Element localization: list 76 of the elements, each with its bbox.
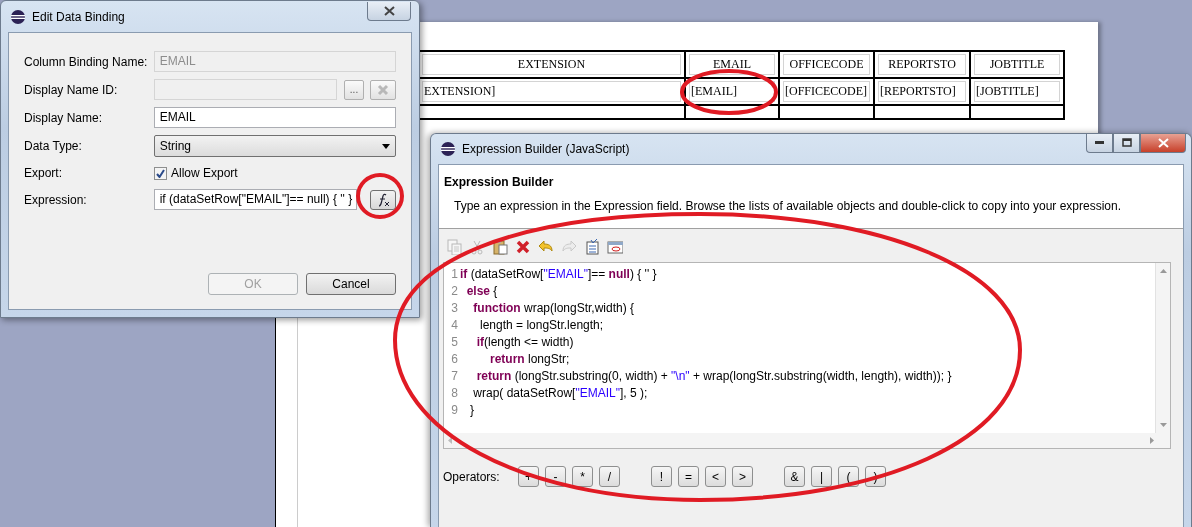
operator-button[interactable]: *	[572, 466, 593, 487]
checklist-icon[interactable]	[584, 239, 600, 255]
operator-button[interactable]: &	[784, 466, 805, 487]
close-icon	[1157, 137, 1169, 148]
code-line: function wrap(longStr,width) {	[472, 300, 635, 317]
code-line: wrap( dataSetRow["EMAIL"], 5 );	[472, 385, 648, 402]
line-number: 4	[450, 317, 459, 334]
operator-button[interactable]: !	[651, 466, 672, 487]
close-button[interactable]	[367, 2, 411, 21]
function-icon	[376, 192, 391, 207]
app-icon	[10, 8, 26, 25]
operator-button[interactable]: <	[705, 466, 726, 487]
maximize-icon	[1121, 138, 1132, 147]
line-number: 8	[450, 385, 459, 402]
code-line: }	[469, 402, 474, 419]
section-heading: Expression Builder	[444, 175, 555, 189]
line-number: 6	[450, 351, 459, 368]
table-cell: [OFFICECODE]	[783, 81, 870, 102]
field-label: Export:	[24, 166, 63, 180]
field-label: Expression:	[24, 192, 88, 207]
operator-button[interactable]: /	[599, 466, 620, 487]
window-title: Edit Data Binding	[32, 9, 126, 24]
table-cell: [JOBTITLE]	[974, 81, 1060, 102]
field-label: Display Name:	[24, 110, 104, 125]
maximize-button[interactable]	[1113, 133, 1140, 153]
code-line: return (longStr.substring(0, width) + "\n" + wrap(longStr.substring(width, length), width)); }	[475, 368, 952, 385]
column-header: EMAIL	[689, 54, 775, 75]
scroll-down-icon[interactable]	[1159, 423, 1167, 427]
code-line: length = longStr.length;	[479, 317, 604, 334]
table-cell: EXTENSION]	[422, 81, 681, 102]
checkbox-label[interactable]: Allow Export	[171, 166, 238, 180]
dialog-button[interactable]: Cancel	[306, 273, 396, 295]
code-line: if(length <= width)	[475, 334, 574, 351]
scroll-up-icon[interactable]	[1159, 269, 1167, 273]
code-line: else {	[465, 283, 498, 300]
operator-button[interactable]: |	[811, 466, 832, 487]
code-line: if (dataSetRow["EMAIL"]== null) { '' }	[460, 266, 657, 283]
code-line: return longStr;	[489, 351, 570, 368]
checkbox[interactable]	[154, 166, 167, 180]
operator-button[interactable]: =	[678, 466, 699, 487]
line-number: 9	[450, 402, 459, 419]
operator-button[interactable]: >	[732, 466, 753, 487]
line-number: 3	[450, 300, 459, 317]
window-icon[interactable]	[607, 239, 623, 255]
caret-icon	[382, 143, 390, 149]
text-field[interactable]: if (dataSetRow["EMAIL"]== null) { '' }	[153, 189, 358, 210]
check-icon	[156, 168, 165, 178]
minimize-button[interactable]	[1086, 133, 1113, 153]
line-number: 7	[450, 368, 459, 385]
field-label: Column Binding Name:	[24, 54, 149, 69]
operators-label: Operators:	[443, 469, 501, 484]
column-header: EXTENSION	[422, 54, 681, 75]
table-cell: [REPORTSTO]	[878, 81, 966, 102]
line-number: 2	[450, 283, 459, 300]
window-title: Expression Builder (JavaScript)	[462, 142, 631, 156]
scroll-left-icon[interactable]	[448, 437, 452, 444]
dropdown[interactable]: String	[153, 135, 396, 157]
field-label: Data Type:	[24, 139, 83, 153]
column-header: JOBTITLE	[974, 54, 1060, 75]
minimize-icon	[1095, 141, 1104, 144]
description-text: Type an expression in the Expression field. Browse the lists of available objects and double-click to copy into your expression.	[454, 199, 1123, 213]
expression-button[interactable]	[370, 189, 396, 210]
line-number: 5	[450, 334, 459, 351]
close-button[interactable]	[1140, 133, 1186, 153]
app-icon	[440, 141, 456, 157]
delete-icon	[377, 83, 389, 96]
line-number: 1	[450, 266, 459, 283]
delete-icon[interactable]	[515, 239, 531, 255]
table-cell: [EMAIL]	[689, 81, 775, 102]
text-field[interactable]: EMAIL	[153, 107, 396, 128]
column-header: OFFICECODE	[783, 54, 870, 75]
scroll-right-icon[interactable]	[1150, 437, 1154, 444]
field-label: Display Name ID:	[24, 82, 119, 97]
column-header: REPORTSTO	[878, 54, 966, 75]
clipboard-icon[interactable]	[492, 239, 508, 255]
close-icon	[383, 6, 395, 16]
